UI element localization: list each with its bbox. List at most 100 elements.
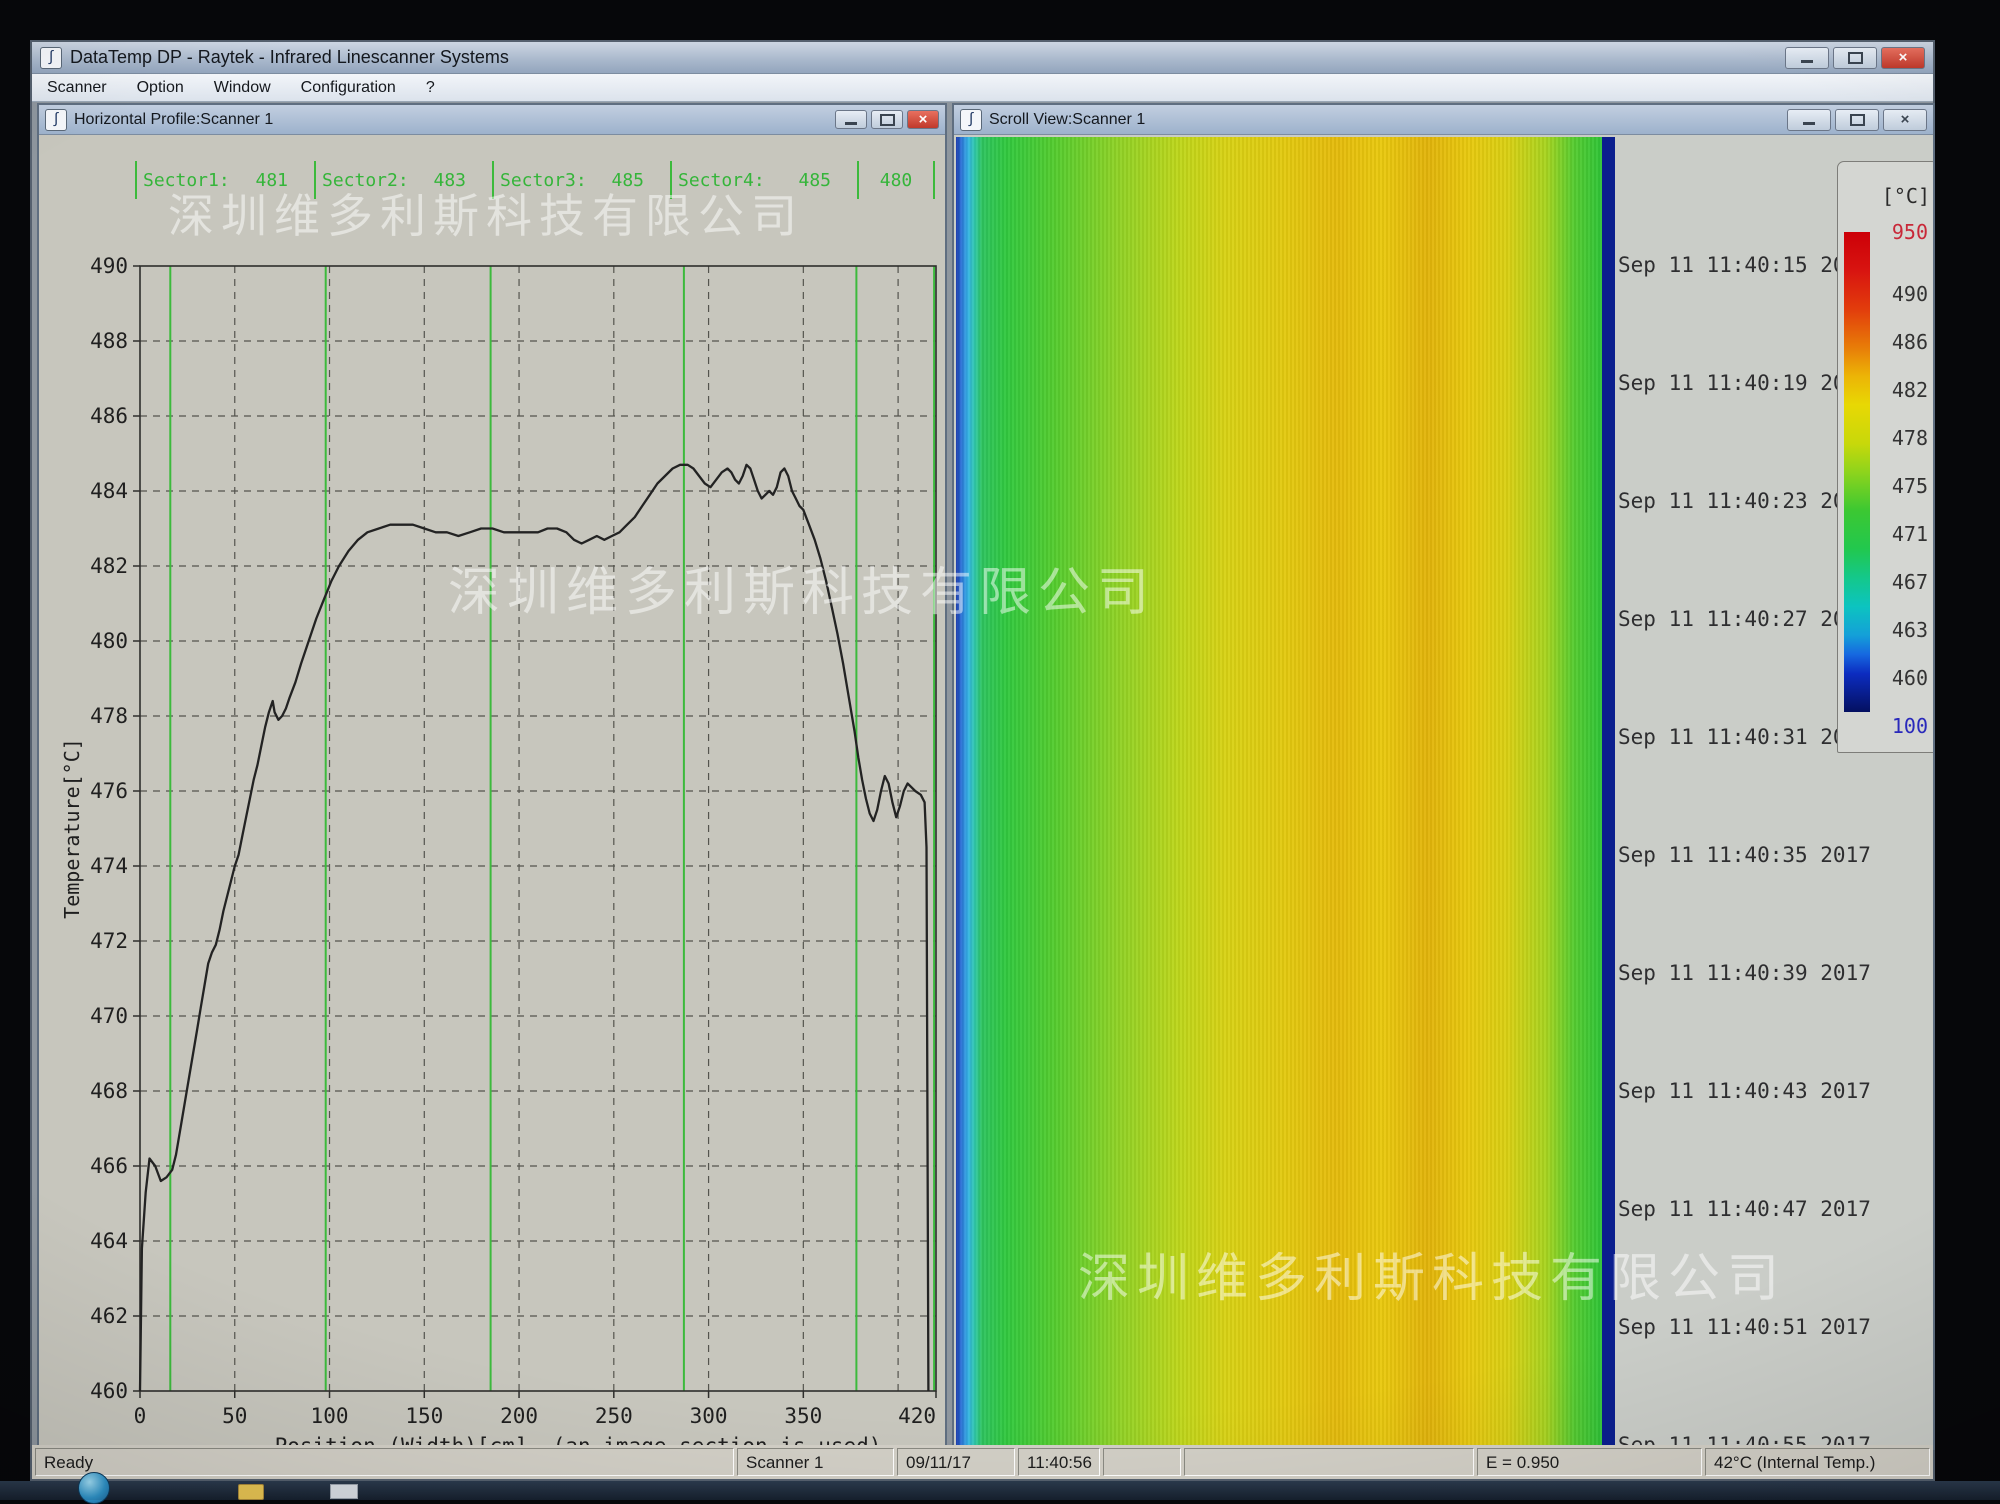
scan-timestamp: Sep 11 11:40:51 2017: [1618, 1315, 1871, 1339]
status-cell-4: [1103, 1448, 1181, 1476]
profile-window: ∫ Horizontal Profile:Scanner 1 × Sector1…: [37, 103, 947, 1450]
legend-unit-label: [°C]: [1882, 184, 1930, 208]
svg-text:490: 490: [90, 254, 128, 278]
profile-window-icon: ∫: [45, 109, 67, 131]
profile-minimize-button[interactable]: [835, 110, 867, 129]
monitor-screen: ∫ DataTemp DP - Raytek - Infrared Linesc…: [0, 0, 2000, 1500]
svg-text:484: 484: [90, 479, 128, 503]
scan-timestamp: Sep 11 11:40:43 2017: [1618, 1079, 1871, 1103]
svg-text:482: 482: [90, 554, 128, 578]
app-title: DataTemp DP - Raytek - Infrared Linescan…: [70, 47, 509, 68]
app-window-controls: ×: [1785, 47, 1925, 69]
legend-tick-value: 460: [1892, 666, 1928, 690]
svg-text:200: 200: [500, 1404, 538, 1428]
menu-item-option[interactable]: Option: [122, 74, 199, 101]
svg-text:488: 488: [90, 329, 128, 353]
legend-max-value: 950: [1892, 220, 1928, 244]
svg-text:464: 464: [90, 1229, 128, 1253]
profile-titlebar[interactable]: ∫ Horizontal Profile:Scanner 1 ×: [39, 105, 945, 135]
scroll-titlebar[interactable]: ∫ Scroll View:Scanner 1 ×: [954, 105, 1933, 135]
scroll-title: Scroll View:Scanner 1: [989, 111, 1145, 129]
profile-title: Horizontal Profile:Scanner 1: [74, 111, 273, 129]
svg-text:486: 486: [90, 404, 128, 428]
close-button[interactable]: ×: [1881, 47, 1925, 69]
svg-text:470: 470: [90, 1004, 128, 1028]
menu-item-configuration[interactable]: Configuration: [286, 74, 411, 101]
svg-text:250: 250: [595, 1404, 633, 1428]
temperature-profile-chart: 490 488 486 484 482 480 478 476 474 472 470 468 466 4…: [39, 135, 945, 1448]
svg-text:478: 478: [90, 704, 128, 728]
svg-text:0: 0: [134, 1404, 147, 1428]
thermal-edge-stripe: [1602, 137, 1615, 1448]
scroll-view-window: ∫ Scroll View:Scanner 1 × Sep 11 11:40:1…: [952, 103, 1935, 1450]
legend-color-bar: [1844, 232, 1870, 712]
profile-close-button[interactable]: ×: [907, 110, 939, 129]
scan-timestamp: Sep 11 11:40:19 2017: [1618, 371, 1871, 395]
profile-maximize-button[interactable]: [871, 110, 903, 129]
svg-text:150: 150: [405, 1404, 443, 1428]
scan-timestamp: Sep 11 11:40:35 2017: [1618, 843, 1871, 867]
status-cell-2: 09/11/17: [897, 1448, 1015, 1476]
legend-min-value: 100: [1892, 714, 1928, 738]
svg-text:50: 50: [222, 1404, 247, 1428]
scan-timestamp: Sep 11 11:40:39 2017: [1618, 961, 1871, 985]
scroll-window-icon: ∫: [960, 109, 982, 131]
status-cell-7: 42°C (Internal Temp.): [1705, 1448, 1930, 1476]
svg-text:474: 474: [90, 854, 128, 878]
thermal-scan-image: [956, 137, 1602, 1448]
svg-text:468: 468: [90, 1079, 128, 1103]
svg-text:472: 472: [90, 929, 128, 953]
svg-text:466: 466: [90, 1154, 128, 1178]
scroll-minimize-button[interactable]: [1787, 109, 1831, 131]
temperature-legend: [°C] 950 100 490 486 482 478 475 471 467 463 460: [1837, 161, 1933, 753]
app-titlebar[interactable]: ∫ DataTemp DP - Raytek - Infrared Linesc…: [32, 42, 1933, 74]
scroll-restore-button[interactable]: [1835, 109, 1879, 131]
scroll-view-area: Sep 11 11:40:15 2017 Sep 11 11:40:19 2017…: [954, 135, 1933, 1448]
legend-tick-value: 467: [1892, 570, 1928, 594]
mdi-client: ∫ Horizontal Profile:Scanner 1 × Sector1…: [32, 101, 1933, 1445]
svg-text:476: 476: [90, 779, 128, 803]
minimize-button[interactable]: [1785, 47, 1829, 69]
svg-text:462: 462: [90, 1304, 128, 1328]
scan-timestamp: Sep 11 11:40:27 2017: [1618, 607, 1871, 631]
app-window: ∫ DataTemp DP - Raytek - Infrared Linesc…: [30, 40, 1935, 1481]
svg-text:Temperature[°C]: Temperature[°C]: [60, 738, 84, 919]
app-icon: ∫: [40, 47, 62, 69]
svg-text:480: 480: [90, 629, 128, 653]
scan-timestamp: Sep 11 11:40:47 2017: [1618, 1197, 1871, 1221]
start-button[interactable]: [78, 1472, 110, 1504]
status-cell-3: 11:40:56: [1018, 1448, 1100, 1476]
legend-tick-value: 478: [1892, 426, 1928, 450]
scan-timestamp: Sep 11 11:40:31 2017: [1618, 725, 1871, 749]
status-cell-0: Ready: [35, 1448, 734, 1476]
svg-text:300: 300: [690, 1404, 728, 1428]
legend-tick-value: 463: [1892, 618, 1928, 642]
legend-tick-value: 490: [1892, 282, 1928, 306]
legend-tick-value: 471: [1892, 522, 1928, 546]
status-cell-1: Scanner 1: [737, 1448, 894, 1476]
legend-tick-value: 475: [1892, 474, 1928, 498]
taskbar-app-icon[interactable]: [330, 1484, 358, 1499]
taskbar-folder-icon[interactable]: [238, 1484, 264, 1500]
legend-tick-value: 486: [1892, 330, 1928, 354]
svg-text:420: 420: [898, 1404, 936, 1428]
windows-taskbar: [0, 1481, 2000, 1500]
svg-text:460: 460: [90, 1379, 128, 1403]
status-cell-6: E = 0.950: [1477, 1448, 1702, 1476]
status-cell-5: [1184, 1448, 1474, 1476]
status-bar: ReadyScanner 109/11/1711:40:56 E = 0.9504…: [32, 1445, 1933, 1479]
menu-bar: ScannerOptionWindowConfiguration?: [32, 74, 1933, 102]
svg-text:100: 100: [311, 1404, 349, 1428]
menu-item-scanner[interactable]: Scanner: [32, 74, 122, 101]
scroll-window-controls: ×: [1787, 109, 1927, 131]
legend-tick-value: 482: [1892, 378, 1928, 402]
menu-item-[interactable]: ?: [411, 74, 450, 101]
profile-chart-area: Sector1:481Sector2:483Sector3:485Sector4…: [39, 135, 945, 1448]
profile-window-controls: ×: [835, 110, 939, 129]
restore-button[interactable]: [1833, 47, 1877, 69]
scan-timestamp: Sep 11 11:40:15 2017: [1618, 253, 1871, 277]
menu-item-window[interactable]: Window: [199, 74, 286, 101]
scan-timestamp: Sep 11 11:40:23 2017: [1618, 489, 1871, 513]
svg-text:350: 350: [784, 1404, 822, 1428]
scroll-close-button[interactable]: ×: [1883, 109, 1927, 131]
